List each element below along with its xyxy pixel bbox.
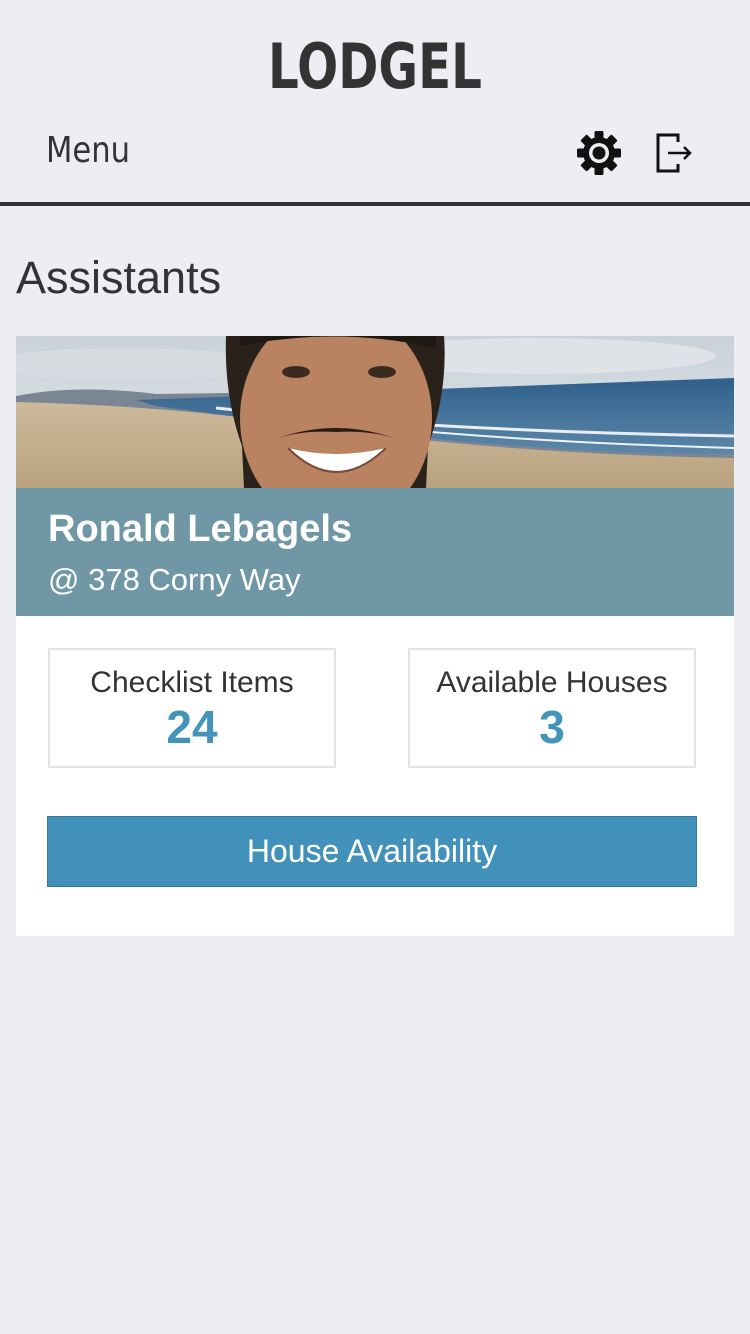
app-header: LODGEL Menu (0, 0, 750, 206)
stat-label: Checklist Items (90, 666, 294, 699)
stat-checklist-items: Checklist Items 24 (48, 648, 336, 768)
assistant-name: Ronald Lebagels (48, 508, 353, 550)
logout-button[interactable] (648, 128, 698, 178)
settings-button[interactable] (574, 128, 624, 178)
stat-value: 3 (539, 701, 565, 753)
house-availability-button[interactable]: House Availability (47, 816, 697, 887)
assistant-photo (16, 336, 734, 488)
stat-value: 24 (166, 701, 218, 753)
assistant-address: @ 378 Corny Way (48, 562, 301, 597)
menu-button[interactable]: Menu (46, 130, 130, 171)
page-title: Assistants (16, 252, 222, 303)
app-logo: LODGEL (268, 30, 482, 103)
assistant-card: Ronald Lebagels @ 378 Corny Way Checklis… (16, 336, 734, 936)
assistant-info-band: Ronald Lebagels @ 378 Corny Way (16, 488, 734, 616)
logout-icon (656, 133, 692, 173)
stat-available-houses: Available Houses 3 (408, 648, 696, 768)
gear-icon (577, 131, 621, 175)
stat-label: Available Houses (436, 666, 668, 699)
